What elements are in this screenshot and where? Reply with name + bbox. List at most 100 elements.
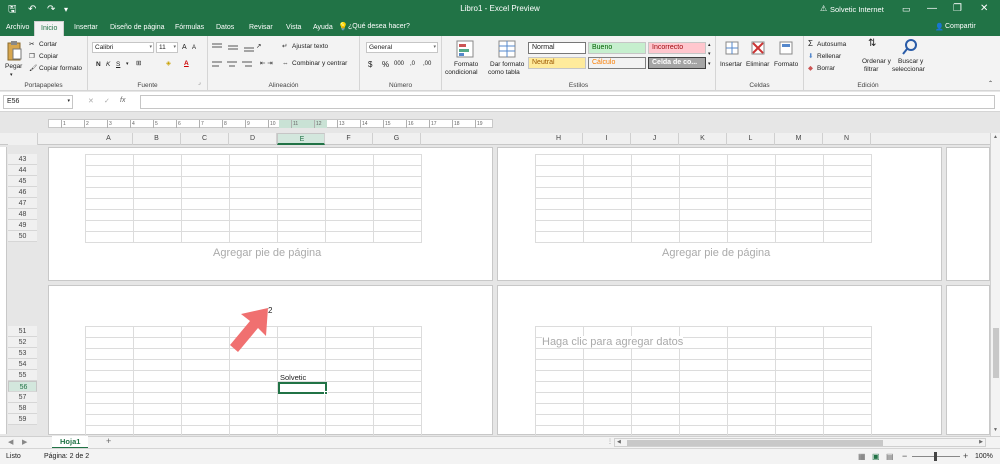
paste-icon[interactable] [6,40,22,62]
delete-cells-icon[interactable] [750,40,766,56]
tab-archivo[interactable]: Archivo [6,23,29,33]
fill-icon[interactable]: ⬇ [808,52,813,61]
cell-e55[interactable]: Solvetic [280,373,306,382]
scissors-icon[interactable]: ✂ [29,40,34,49]
column-header-f[interactable]: F [325,133,373,145]
column-header-l[interactable]: L [727,133,775,145]
row-header-58[interactable]: 58 [8,403,37,414]
zoom-level[interactable]: 100% [975,453,993,460]
tab-ayuda[interactable]: Ayuda [313,23,333,33]
column-header-e[interactable]: E [277,133,325,145]
wrap-text-icon[interactable]: ↵ [282,42,287,51]
wrap-text-button[interactable]: Ajustar texto [292,42,328,51]
grow-font-button[interactable]: A [182,43,187,52]
name-box[interactable]: E56 ▾ [3,95,73,109]
decrease-decimal-button[interactable]: ,00 [423,60,431,69]
cell-grid[interactable] [85,154,422,243]
row-header-44[interactable]: 44 [8,165,37,176]
select-all-corner[interactable] [8,133,38,145]
column-header-i[interactable]: I [583,133,631,145]
collapse-ribbon-icon[interactable]: ⌃ [988,80,993,89]
sheet-nav-prev-icon[interactable]: ◀ [8,438,13,446]
vertical-align-icons[interactable] [212,42,272,52]
clear-icon[interactable]: ◆ [808,64,813,73]
tab-diseno-pagina[interactable]: Diseño de página [110,23,165,33]
styles-scroll-up-icon[interactable]: ▴ [708,41,711,50]
active-cell-e56[interactable] [278,382,327,394]
currency-button[interactable]: $ [368,60,372,69]
row-header-43[interactable]: 43 [8,154,37,165]
column-header-c[interactable]: C [181,133,229,145]
style-celda-comprobacion[interactable]: Celda de co... [648,57,706,69]
font-name-select[interactable]: Calibri ▾ [92,42,154,53]
conditional-format-icon[interactable] [456,40,474,58]
row-header-55[interactable]: 55 [8,370,37,381]
increase-decimal-button[interactable]: ,0 [410,60,415,69]
insert-function-icon[interactable]: fx [120,97,125,104]
format-painter-button[interactable]: Copiar formato [39,64,82,73]
zoom-in-button[interactable]: + [963,451,968,461]
row-header-47[interactable]: 47 [8,198,37,209]
column-header-j[interactable]: J [631,133,679,145]
style-bueno[interactable]: Bueno [588,42,646,54]
tab-vista[interactable]: Vista [286,23,301,33]
shrink-font-button[interactable]: A [192,44,196,53]
merge-center-button[interactable]: Combinar y centrar [292,59,347,68]
copy-button[interactable]: Copiar [39,52,58,61]
tab-insertar[interactable]: Insertar [74,23,98,33]
merge-icon[interactable]: ⇔ [282,59,289,68]
footer-placeholder-right[interactable]: Agregar pie de página [662,247,770,259]
tell-me-input[interactable]: ¿Qué desea hacer? [348,23,410,30]
fill-color-icon[interactable]: ◈ [166,59,171,68]
row-header-48[interactable]: 48 [8,209,37,220]
clear-button[interactable]: Borrar [817,64,835,73]
orientation-icon[interactable]: ↗ [256,42,261,51]
column-header-b[interactable]: B [133,133,181,145]
row-header-49[interactable]: 49 [8,220,37,231]
vertical-scrollbar[interactable]: ▲ ▼ [990,133,1000,436]
bold-button[interactable]: N [96,60,101,69]
scroll-up-icon[interactable]: ▲ [993,134,998,140]
row-header-46[interactable]: 46 [8,187,37,198]
font-dialog-launcher-icon[interactable]: ⌟ [198,79,201,88]
ribbon-display-icon[interactable]: ▭ [902,4,911,15]
page-break-view-icon[interactable]: ▤ [886,452,894,461]
formula-input[interactable] [140,95,995,109]
tab-datos[interactable]: Datos [216,23,234,33]
column-header-d[interactable]: D [229,133,277,145]
delete-cells-button[interactable]: Eliminar [746,60,769,69]
style-calculo[interactable]: Cálculo [588,57,646,69]
conditional-format-button-line2[interactable]: condicional [445,68,478,77]
enter-icon[interactable]: ✓ [104,97,110,105]
row-header-59[interactable]: 59 [8,414,37,425]
font-color-icon[interactable]: A [184,59,189,68]
row-header-50[interactable]: 50 [8,231,37,242]
format-as-table-icon[interactable] [498,40,516,58]
paste-button[interactable]: Pegar [5,62,22,71]
scroll-right-icon[interactable]: ▶ [979,439,983,445]
percent-button[interactable]: % [382,60,389,69]
style-neutral[interactable]: Neutral [528,57,586,69]
styles-more-icon[interactable]: ▾ [708,60,711,69]
row-header-51[interactable]: 51 [8,326,37,337]
thousands-button[interactable]: 000 [394,60,404,69]
fill-button[interactable]: Rellenar [817,52,841,61]
insert-cells-button[interactable]: Insertar [720,60,742,69]
cell-grid[interactable] [535,154,872,243]
font-size-select[interactable]: 11 ▾ [156,42,178,53]
share-button[interactable]: Compartir [945,23,976,30]
add-data-hint[interactable]: Haga clic para agregar datos [542,336,684,348]
column-header-h[interactable]: H [535,133,583,145]
sort-filter-icon[interactable]: ⇅ [868,39,876,49]
search-icon[interactable] [902,39,918,55]
user-name[interactable]: Solvetic Internet [830,5,884,14]
tab-inicio[interactable]: Inicio [34,21,65,36]
cancel-icon[interactable]: ✕ [88,97,94,105]
underline-dropdown-icon[interactable]: ▾ [126,60,129,69]
scroll-down-icon[interactable]: ▼ [993,427,998,433]
format-cells-button[interactable]: Formato [774,60,798,69]
autosum-button[interactable]: Autosuma [817,40,846,49]
format-cells-icon[interactable] [778,40,794,56]
indent-icons[interactable]: ⇤ ⇥ [260,59,273,68]
maximize-icon[interactable]: ❐ [953,3,962,14]
